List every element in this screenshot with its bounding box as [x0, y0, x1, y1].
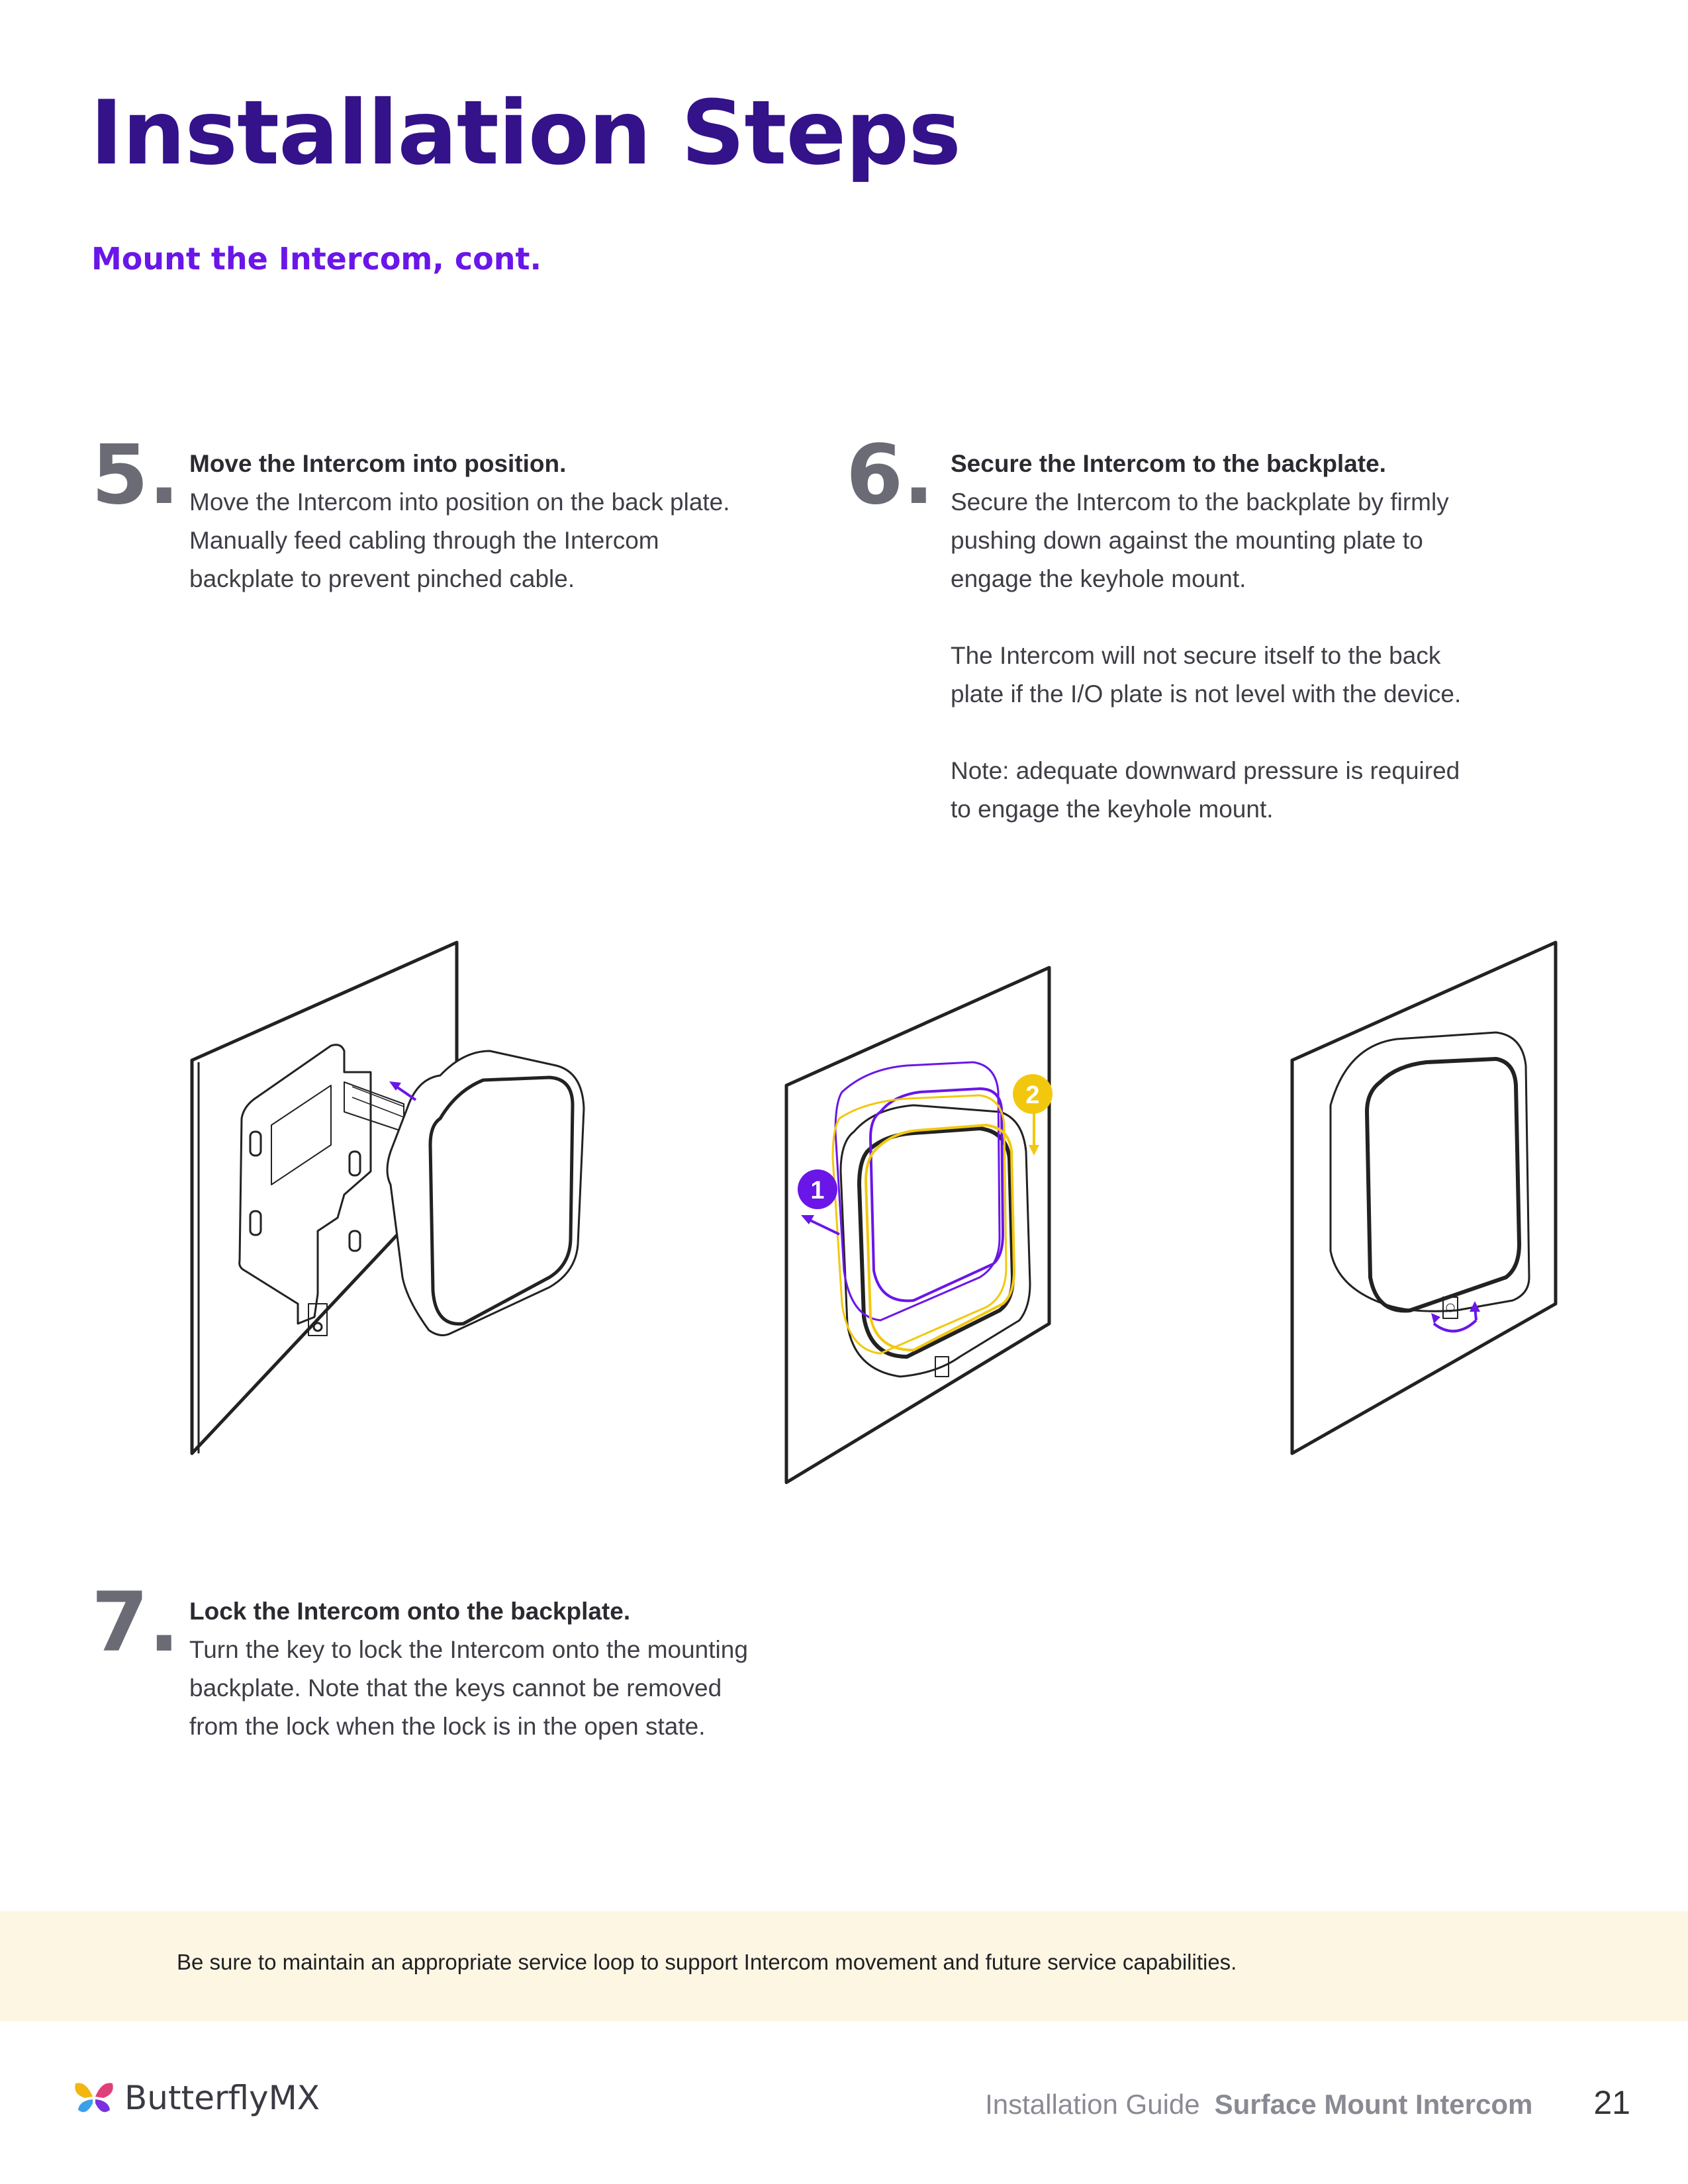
- footer-logo: ButterflyMX: [73, 2078, 320, 2118]
- badge-1-label: 1: [810, 1177, 824, 1205]
- step-title: Secure the Intercom to the backplate.: [951, 450, 1386, 477]
- badge-2-label: 2: [1025, 1081, 1039, 1109]
- butterfly-logo-icon: [75, 2083, 113, 2113]
- step-title: Move the Intercom into position.: [189, 450, 567, 477]
- illustration-secure-to-backplate: 1 2: [784, 966, 1053, 1484]
- illustration-move-into-position: [190, 940, 585, 1455]
- step-paragraph: Note: adequate downward pressure is requ…: [951, 757, 1460, 823]
- page-number: 21: [1593, 2084, 1630, 2121]
- illustration-lock-intercom: [1290, 940, 1558, 1455]
- step-paragraph: Turn the key to lock the Intercom onto t…: [189, 1636, 748, 1740]
- page-title: Installation Steps: [90, 81, 961, 185]
- step-number: 7.: [91, 1575, 180, 1670]
- step-paragraph: Secure the Intercom to the backplate by …: [951, 488, 1449, 592]
- section-subtitle: Mount the Intercom, cont.: [91, 241, 541, 277]
- brand-name: ButterflyMX: [124, 2079, 320, 2117]
- step-number: 5.: [91, 428, 180, 523]
- step-number: 6.: [846, 428, 935, 523]
- footer-meta: Installation Guide Surface Mount Interco…: [985, 2083, 1630, 2122]
- step-title: Lock the Intercom onto the backplate.: [189, 1598, 631, 1625]
- banner-text: Be sure to maintain an appropriate servi…: [177, 1950, 1237, 1974]
- product-label: Surface Mount Intercom: [1214, 2089, 1533, 2120]
- step-paragraph: The Intercom will not secure itself to t…: [951, 642, 1462, 707]
- step-paragraph: Move the Intercom into position on the b…: [189, 488, 730, 592]
- guide-label: Installation Guide: [985, 2089, 1200, 2120]
- service-loop-banner: Be sure to maintain an appropriate servi…: [0, 1911, 1688, 2021]
